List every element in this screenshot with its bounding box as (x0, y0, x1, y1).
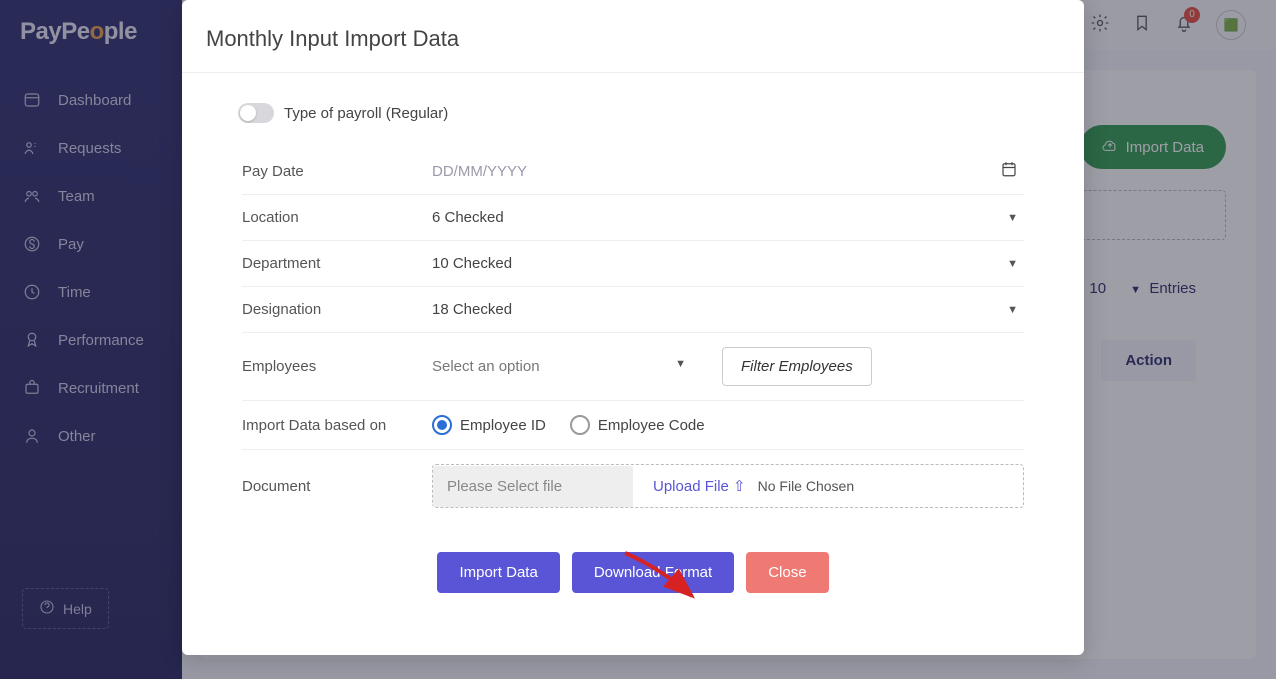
document-row: Document Please Select file Upload File … (242, 450, 1024, 522)
filter-employees-button[interactable]: Filter Employees (722, 347, 872, 386)
import-data-button[interactable]: Import Data (437, 552, 559, 593)
radio-circle-selected-icon (432, 415, 452, 435)
no-file-label: No File Chosen (758, 478, 855, 494)
designation-row: Designation 18 Checked ▼ (242, 287, 1024, 333)
location-value: 6 Checked (432, 209, 504, 226)
designation-value: 18 Checked (432, 301, 512, 318)
upload-icon: ⇧ (733, 478, 746, 495)
modal-title: Monthly Input Import Data (206, 26, 1058, 52)
pay-date-label: Pay Date (242, 163, 432, 180)
pay-date-input[interactable] (432, 163, 1024, 180)
chevron-down-icon: ▼ (675, 358, 686, 370)
modal-header: Monthly Input Import Data (182, 0, 1084, 73)
payroll-type-toggle[interactable] (238, 103, 274, 123)
designation-select[interactable]: 18 Checked ▼ (432, 301, 1024, 318)
calendar-icon[interactable] (1000, 160, 1018, 183)
upload-file-link[interactable]: Upload File ⇧ (653, 477, 746, 495)
payroll-type-toggle-row: Type of payroll (Regular) (238, 103, 1024, 123)
chevron-down-icon: ▼ (1007, 212, 1018, 224)
radio-label: Employee ID (460, 417, 546, 434)
department-row: Department 10 Checked ▼ (242, 241, 1024, 287)
location-label: Location (242, 209, 432, 226)
radio-circle-icon (570, 415, 590, 435)
location-row: Location 6 Checked ▼ (242, 195, 1024, 241)
download-format-button[interactable]: Download Format (572, 552, 734, 593)
radio-employee-code[interactable]: Employee Code (570, 415, 705, 435)
modal-footer: Import Data Download Format Close (242, 522, 1024, 603)
employees-row: Employees Select an option ▼ Filter Empl… (242, 333, 1024, 401)
employees-label: Employees (242, 358, 432, 375)
chevron-down-icon: ▼ (1007, 304, 1018, 316)
department-value: 10 Checked (432, 255, 512, 272)
import-based-row: Import Data based on Employee ID Employe… (242, 401, 1024, 450)
department-select[interactable]: 10 Checked ▼ (432, 255, 1024, 272)
designation-label: Designation (242, 301, 432, 318)
document-upload-box: Please Select file Upload File ⇧ No File… (432, 464, 1024, 508)
radio-label: Employee Code (598, 417, 705, 434)
employees-placeholder: Select an option (432, 358, 540, 375)
import-based-label: Import Data based on (242, 417, 432, 434)
modal-body: Type of payroll (Regular) Pay Date Locat… (182, 73, 1084, 633)
toggle-knob (240, 105, 256, 121)
pay-date-row: Pay Date (242, 149, 1024, 195)
close-button[interactable]: Close (746, 552, 828, 593)
radio-employee-id[interactable]: Employee ID (432, 415, 546, 435)
location-select[interactable]: 6 Checked ▼ (432, 209, 1024, 226)
employees-select[interactable]: Select an option ▼ (432, 358, 692, 376)
chevron-down-icon: ▼ (1007, 258, 1018, 270)
file-name-display[interactable]: Please Select file (433, 466, 633, 507)
document-label: Document (242, 478, 432, 495)
payroll-type-label: Type of payroll (Regular) (284, 105, 448, 122)
radio-group: Employee ID Employee Code (432, 415, 705, 435)
department-label: Department (242, 255, 432, 272)
import-modal: Monthly Input Import Data Type of payrol… (182, 0, 1084, 655)
